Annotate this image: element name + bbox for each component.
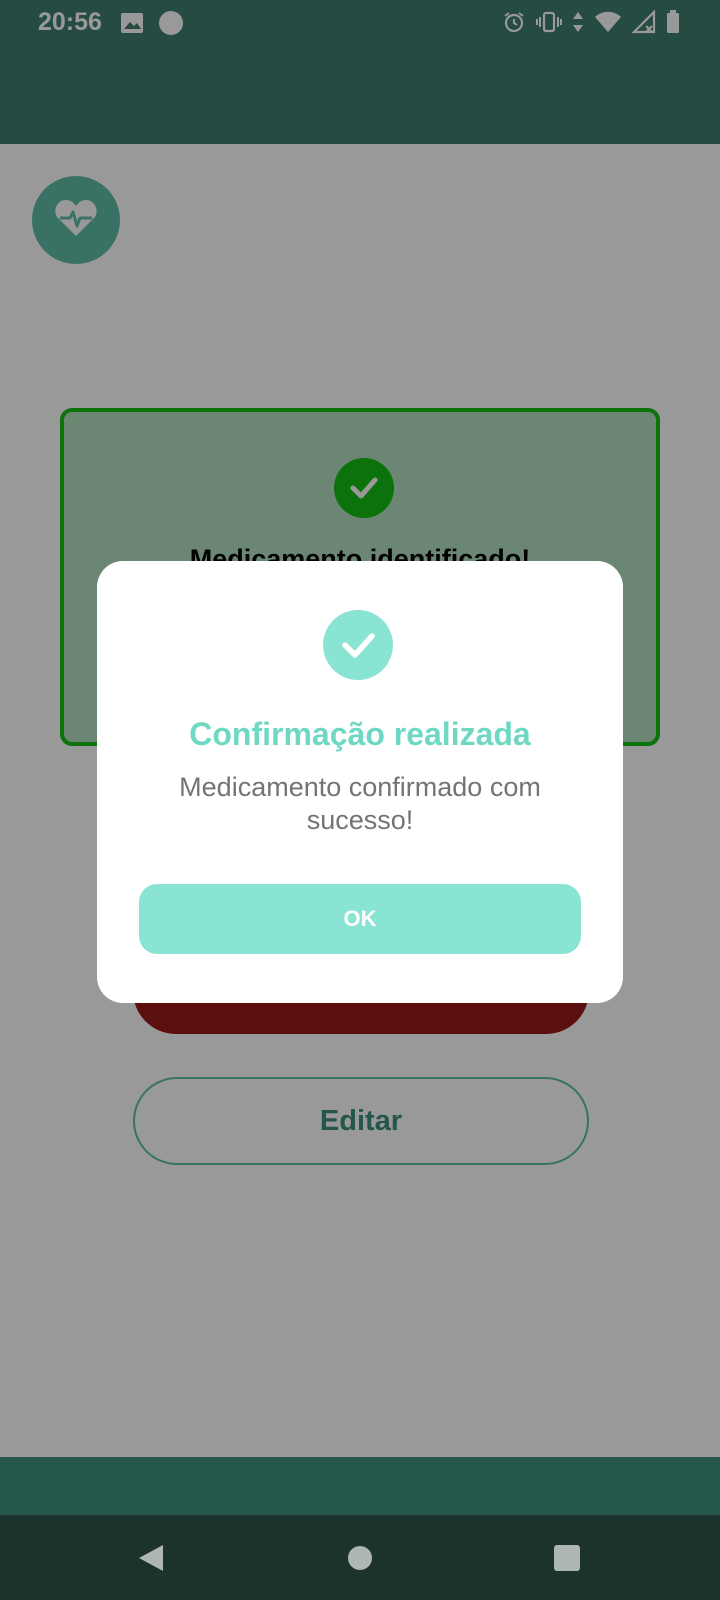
confirmation-check-icon xyxy=(323,610,393,680)
back-icon[interactable] xyxy=(130,1537,172,1579)
dialog-title: Confirmação realizada xyxy=(189,716,531,752)
recents-icon[interactable] xyxy=(546,1537,588,1579)
home-icon[interactable] xyxy=(339,1537,381,1579)
navigation-bar xyxy=(0,1515,720,1600)
dialog-message: Medicamento confirmado com sucesso! xyxy=(179,772,541,835)
ok-button[interactable]: OK xyxy=(139,884,581,954)
confirmation-dialog: Confirmação realizada Medicamento confir… xyxy=(97,561,623,1003)
